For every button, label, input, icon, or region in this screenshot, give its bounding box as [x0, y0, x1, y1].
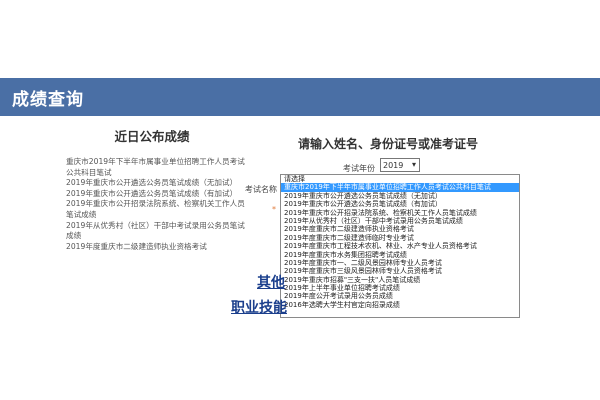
- dropdown-option[interactable]: 请选择: [281, 175, 519, 183]
- dropdown-option[interactable]: 2019年重庆市公开遴选公务员笔试成绩（有加试）: [281, 200, 519, 208]
- year-select[interactable]: 2019 ▾: [380, 158, 420, 172]
- dropdown-option[interactable]: 2019年度重庆市水务集团招聘考试成绩: [281, 251, 519, 259]
- dropdown-option[interactable]: 2019年度重庆市一、二级风景园林师专业人员考试: [281, 259, 519, 267]
- dropdown-option[interactable]: 2019年重庆市公开招录法院系统、检察机关工作人员笔试成绩: [281, 209, 519, 217]
- dropdown-option[interactable]: 2019年重庆市公开遴选公务员笔试成绩（无加试）: [281, 192, 519, 200]
- recent-score-link[interactable]: 2019年从优秀村（社区）干部中考试录用公务员笔试成绩: [66, 221, 246, 242]
- recent-scores-panel: 近日公布成绩 重庆市2019年下半年市属事业单位招聘工作人员考试公共科目笔试 2…: [66, 126, 246, 252]
- exam-name-label: 考试名称: [245, 185, 277, 194]
- page-title: 成绩查询: [12, 90, 84, 110]
- exam-name-dropdown-list[interactable]: 请选择 重庆市2019年下半年市属事业单位招聘工作人员考试公共科目笔试 2019…: [280, 174, 520, 318]
- year-label: 考试年份: [343, 164, 375, 173]
- dropdown-option[interactable]: 2019年度重庆市三级风景园林师专业人员资格考试: [281, 267, 519, 275]
- career-skills-link[interactable]: 职业技能: [231, 297, 287, 317]
- dropdown-option-selected[interactable]: 重庆市2019年下半年市属事业单位招聘工作人员考试公共科目笔试: [281, 183, 519, 192]
- recent-score-link[interactable]: 2019年重庆市公开招录法院系统、检察机关工作人员笔试成绩: [66, 199, 246, 220]
- query-title: 请输入姓名、身份证号或准考证号: [298, 137, 479, 151]
- dropdown-option[interactable]: 2019年度重庆市二级建造师临时专业考试: [281, 234, 519, 242]
- dropdown-option[interactable]: 2019年度重庆市二级建造师执业资格考试: [281, 225, 519, 233]
- dropdown-option[interactable]: 2016年选聘大学生村官定向招录成绩: [281, 301, 519, 309]
- other-link[interactable]: 其他: [257, 272, 285, 292]
- dropdown-option[interactable]: 2019年度公开考试录用公务员成绩: [281, 292, 519, 300]
- dropdown-option[interactable]: 2019年上半年事业单位招聘考试成绩: [281, 284, 519, 292]
- header-bar: 成绩查询: [0, 78, 600, 116]
- dropdown-option[interactable]: 2019年重庆市招募"三支一扶"人员笔试成绩: [281, 276, 519, 284]
- required-mark: *: [272, 205, 276, 214]
- recent-scores-title: 近日公布成绩: [114, 129, 190, 144]
- year-value: 2019: [383, 161, 404, 170]
- recent-score-link[interactable]: 2019年度重庆市二级建造师执业资格考试: [66, 242, 246, 253]
- recent-score-link[interactable]: 2019年重庆市公开遴选公务员笔试成绩（有加试）: [66, 189, 246, 200]
- dropdown-option[interactable]: 2019年从优秀村（社区）干部中考试录用公务员笔试成绩: [281, 217, 519, 225]
- recent-score-link[interactable]: 重庆市2019年下半年市属事业单位招聘工作人员考试公共科目笔试: [66, 157, 246, 178]
- chevron-down-icon: ▾: [411, 160, 416, 169]
- recent-score-link[interactable]: 2019年重庆市公开遴选公务员笔试成绩（无加试）: [66, 178, 246, 189]
- dropdown-option[interactable]: 2019年度重庆市工程技术农机、林业、水产专业人员资格考试: [281, 242, 519, 250]
- recent-scores-list: 重庆市2019年下半年市属事业单位招聘工作人员考试公共科目笔试 2019年重庆市…: [66, 157, 246, 252]
